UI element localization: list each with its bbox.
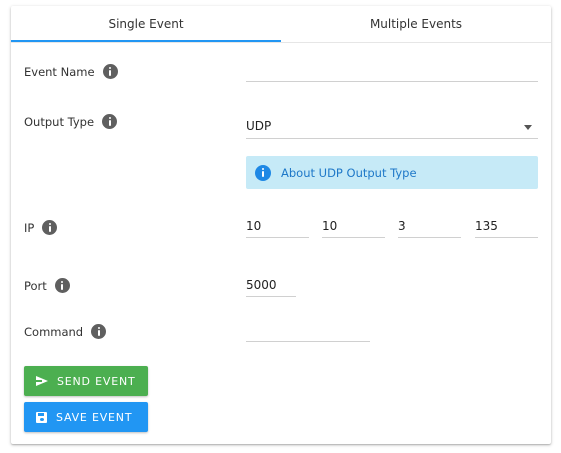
port-label: Port bbox=[24, 278, 47, 293]
port-label-row: Port bbox=[24, 278, 70, 293]
alert-info-icon bbox=[255, 164, 271, 181]
alert-text: About UDP Output Type bbox=[281, 165, 417, 180]
active-tab-indicator bbox=[11, 40, 281, 42]
output-type-value: UDP bbox=[246, 119, 272, 133]
port-input[interactable] bbox=[246, 277, 296, 297]
ip-label: IP bbox=[24, 220, 35, 235]
command-input[interactable] bbox=[246, 322, 370, 342]
send-icon bbox=[36, 376, 48, 386]
event-name-info-icon[interactable] bbox=[102, 64, 118, 79]
send-event-button[interactable]: SEND EVENT bbox=[24, 366, 148, 396]
udp-info-alert[interactable]: About UDP Output Type bbox=[246, 156, 538, 189]
ip-octet-2-input[interactable] bbox=[322, 218, 385, 238]
output-type-info-icon[interactable] bbox=[102, 114, 118, 129]
command-info-icon[interactable] bbox=[91, 324, 107, 339]
output-type-select[interactable]: UDP bbox=[246, 116, 538, 139]
event-card: Single Event Multiple Events Event Name … bbox=[11, 6, 551, 444]
ip-octet-4-input[interactable] bbox=[475, 218, 538, 238]
command-label: Command bbox=[24, 324, 84, 339]
ip-info-icon[interactable] bbox=[42, 220, 58, 235]
output-type-label: Output Type bbox=[24, 114, 95, 129]
port-info-icon[interactable] bbox=[54, 278, 70, 293]
chevron-down-icon bbox=[524, 125, 532, 130]
tab-bar: Single Event Multiple Events bbox=[11, 6, 551, 43]
event-name-input[interactable] bbox=[246, 62, 538, 82]
tab-multiple-events[interactable]: Multiple Events bbox=[281, 6, 551, 42]
save-icon bbox=[36, 411, 47, 423]
event-name-label: Event Name bbox=[24, 64, 95, 79]
ip-octet-1-input[interactable] bbox=[246, 218, 309, 238]
save-event-label: SAVE EVENT bbox=[56, 410, 133, 424]
tab-single-event[interactable]: Single Event bbox=[11, 6, 281, 42]
command-label-row: Command bbox=[24, 324, 107, 339]
ip-label-row: IP bbox=[24, 220, 58, 235]
send-event-label: SEND EVENT bbox=[57, 374, 136, 388]
ip-octet-3-input[interactable] bbox=[398, 218, 461, 238]
output-type-label-row: Output Type bbox=[24, 114, 118, 129]
event-name-label-row: Event Name bbox=[24, 64, 118, 79]
save-event-button[interactable]: SAVE EVENT bbox=[24, 402, 148, 432]
